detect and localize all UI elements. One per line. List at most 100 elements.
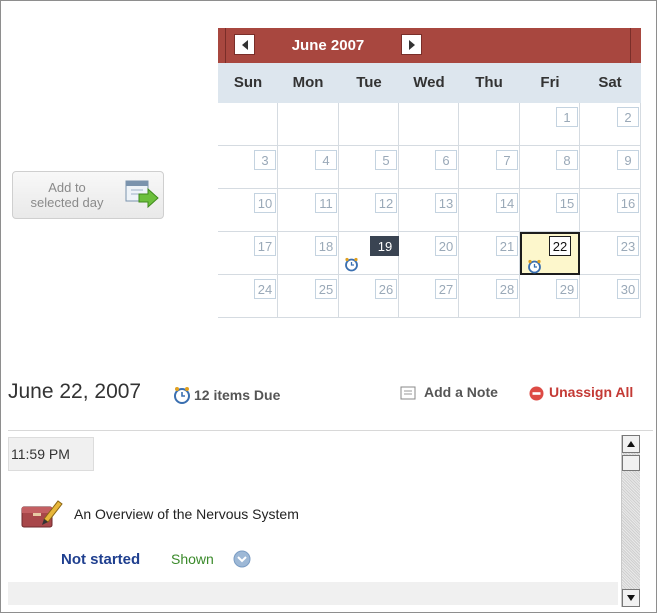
day-number: 18 bbox=[315, 236, 337, 256]
day-number: 9 bbox=[617, 150, 639, 170]
minus-circle-icon bbox=[529, 386, 544, 401]
calendar-day-9[interactable]: 9 bbox=[580, 146, 641, 189]
calendar-empty-cell bbox=[399, 103, 459, 146]
calendar-day-8[interactable]: 8 bbox=[520, 146, 580, 189]
calendar-day-17[interactable]: 17 bbox=[218, 232, 278, 275]
calendar-day-18[interactable]: 18 bbox=[278, 232, 339, 275]
vertical-scrollbar[interactable] bbox=[621, 435, 640, 607]
day-number: 14 bbox=[496, 193, 518, 213]
calendar-day-20[interactable]: 20 bbox=[399, 232, 459, 275]
calendar-day-2[interactable]: 2 bbox=[580, 103, 641, 146]
day-number: 13 bbox=[435, 193, 457, 213]
calendar-day-25[interactable]: 25 bbox=[278, 275, 339, 318]
calendar-day-7[interactable]: 7 bbox=[459, 146, 520, 189]
day-number: 1 bbox=[556, 107, 578, 127]
item-status: Not started bbox=[61, 551, 141, 568]
calendar-empty-cell bbox=[278, 103, 339, 146]
day-number: 24 bbox=[254, 279, 276, 299]
add-button-line2: selected day bbox=[30, 195, 104, 210]
day-number: 5 bbox=[375, 150, 397, 170]
clock-icon bbox=[345, 257, 358, 272]
unassign-all-label: Unassign All bbox=[549, 384, 634, 400]
calendar-day-11[interactable]: 11 bbox=[278, 189, 339, 232]
month-title: June 2007 bbox=[291, 37, 365, 54]
calendar-day-12[interactable]: 12 bbox=[339, 189, 399, 232]
assignment-pencil-icon bbox=[20, 497, 64, 531]
weekday-label: Wed bbox=[413, 74, 445, 91]
day-number: 25 bbox=[315, 279, 337, 299]
arrow-up-icon bbox=[627, 441, 635, 447]
item-title-link[interactable]: An Overview of the Nervous System bbox=[74, 506, 299, 522]
day-number: 8 bbox=[556, 150, 578, 170]
calendar-day-29[interactable]: 29 bbox=[520, 275, 580, 318]
clock-icon bbox=[174, 387, 190, 404]
calendar-add-icon bbox=[123, 178, 171, 214]
arrow-down-icon bbox=[627, 595, 635, 601]
scroll-thumb[interactable] bbox=[622, 455, 640, 471]
day-number: 28 bbox=[496, 279, 518, 299]
header-edge-left bbox=[225, 28, 226, 63]
day-number: 12 bbox=[375, 193, 397, 213]
day-number: 7 bbox=[496, 150, 518, 170]
add-button-line1: Add to bbox=[48, 180, 86, 195]
next-item-row bbox=[8, 582, 618, 605]
calendar-day-5[interactable]: 5 bbox=[339, 146, 399, 189]
item-time: 11:59 PM bbox=[8, 437, 94, 471]
calendar-day-6[interactable]: 6 bbox=[399, 146, 459, 189]
weekday-header-row: Sun Mon Tue Wed Thu Fri Sat bbox=[218, 63, 641, 104]
calendar-day-22[interactable]: 22 bbox=[520, 232, 580, 275]
calendar-day-10[interactable]: 10 bbox=[218, 189, 278, 232]
day-number: 26 bbox=[375, 279, 397, 299]
calendar-day-27[interactable]: 27 bbox=[399, 275, 459, 318]
calendar-day-16[interactable]: 16 bbox=[580, 189, 641, 232]
calendar-day-13[interactable]: 13 bbox=[399, 189, 459, 232]
day-number: 30 bbox=[617, 279, 639, 299]
calendar-empty-cell bbox=[339, 103, 399, 146]
weekday-label: Sun bbox=[233, 74, 263, 91]
section-divider bbox=[8, 430, 653, 431]
day-number: 2 bbox=[617, 107, 639, 127]
add-to-selected-day-button[interactable]: Add to selected day bbox=[12, 171, 164, 219]
calendar-day-24[interactable]: 24 bbox=[218, 275, 278, 318]
calendar-day-26[interactable]: 26 bbox=[339, 275, 399, 318]
day-number: 4 bbox=[315, 150, 337, 170]
visibility-status[interactable]: Shown bbox=[171, 551, 214, 567]
previous-month-button[interactable] bbox=[234, 34, 255, 55]
day-number: 23 bbox=[617, 236, 639, 256]
calendar-day-19[interactable]: 19 bbox=[339, 232, 400, 275]
arrow-right-icon bbox=[409, 40, 415, 50]
weekday-label: Mon bbox=[292, 74, 324, 91]
calendar-day-4[interactable]: 4 bbox=[278, 146, 339, 189]
day-number: 29 bbox=[556, 279, 578, 299]
items-due-label: 12 items Due bbox=[194, 387, 281, 403]
day-number: 16 bbox=[617, 193, 639, 213]
weekday-label: Tue bbox=[356, 74, 382, 91]
calendar-day-14[interactable]: 14 bbox=[459, 189, 520, 232]
arrow-left-icon bbox=[242, 40, 248, 50]
due-items-list: 11:59 PM An Overview of the Nervous Syst… bbox=[8, 437, 618, 605]
calendar-day-30[interactable]: 30 bbox=[580, 275, 641, 318]
calendar-day-3[interactable]: 3 bbox=[218, 146, 278, 189]
selected-date-heading: June 22, 2007 bbox=[8, 380, 142, 403]
day-number: 10 bbox=[254, 193, 276, 213]
calendar-day-28[interactable]: 28 bbox=[459, 275, 520, 318]
calendar-day-21[interactable]: 21 bbox=[459, 232, 520, 275]
header-edge-right bbox=[630, 28, 631, 63]
weekday-label: Sat bbox=[598, 74, 622, 91]
calendar-day-1[interactable]: 1 bbox=[520, 103, 580, 146]
calendar-empty-cell bbox=[218, 103, 278, 146]
day-number: 20 bbox=[435, 236, 457, 256]
add-note-label: Add a Note bbox=[424, 384, 498, 400]
calendar-header: June 2007 bbox=[218, 28, 641, 63]
day-number: 17 bbox=[254, 236, 276, 256]
scroll-up-button[interactable] bbox=[622, 435, 640, 453]
calendar-day-23[interactable]: 23 bbox=[580, 232, 641, 275]
weekday-label: Thu bbox=[475, 74, 503, 91]
note-icon bbox=[400, 386, 416, 400]
scroll-down-button[interactable] bbox=[622, 589, 640, 607]
day-number: 15 bbox=[556, 193, 578, 213]
chevron-down-icon[interactable] bbox=[233, 550, 251, 568]
calendar-day-15[interactable]: 15 bbox=[520, 189, 580, 232]
next-month-button[interactable] bbox=[401, 34, 422, 55]
day-number: 11 bbox=[315, 193, 337, 213]
